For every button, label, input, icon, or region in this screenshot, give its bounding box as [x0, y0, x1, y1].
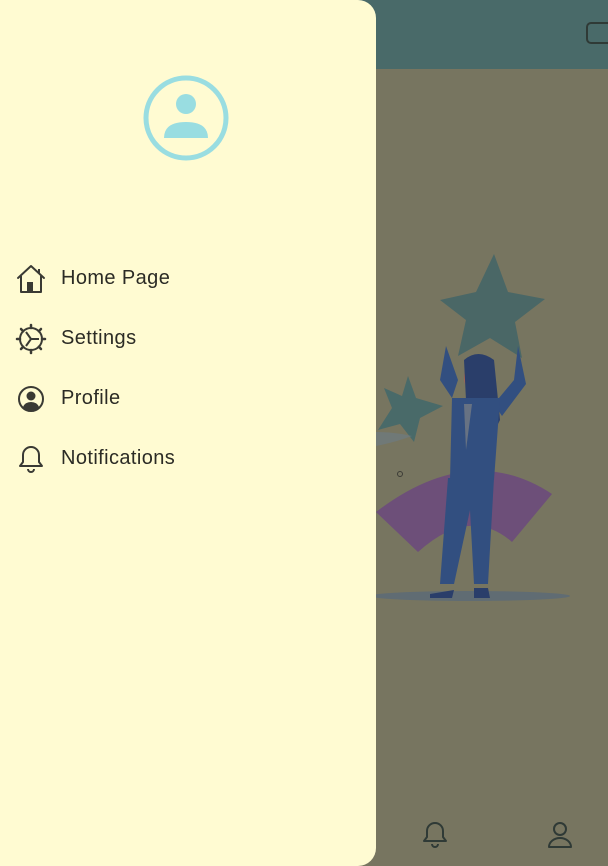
large-star — [440, 254, 545, 358]
drawer-item-profile[interactable]: Profile — [0, 368, 376, 428]
settings-gear-icon — [15, 323, 47, 355]
navigation-drawer: Home Page Settings Profile Notifications — [0, 0, 376, 866]
small-star — [378, 376, 443, 442]
person-figure — [430, 346, 526, 598]
drawer-avatar[interactable] — [142, 74, 230, 162]
drawer-menu: Home Page Settings Profile Notifications — [0, 248, 376, 488]
bell-icon — [15, 443, 47, 475]
drawer-item-settings[interactable]: Settings — [0, 308, 376, 368]
drawer-item-home-page[interactable]: Home Page — [0, 248, 376, 308]
drawer-item-label: Notifications — [61, 447, 176, 469]
drawer-item-notifications[interactable]: Notifications — [0, 428, 376, 488]
leaf-trace — [376, 432, 412, 446]
drawer-item-label: Profile — [61, 387, 121, 409]
bell-icon — [423, 822, 447, 848]
bottom-nav-notifications[interactable] — [418, 818, 452, 852]
account-circle-icon — [143, 75, 229, 161]
account-circle-outline-icon — [15, 383, 47, 415]
ground-shadow — [370, 591, 570, 601]
person-icon — [548, 822, 572, 848]
home-icon — [15, 263, 47, 295]
bottom-nav-profile[interactable] — [543, 818, 577, 852]
drawer-item-label: Settings — [61, 327, 137, 349]
drawer-item-label: Home Page — [61, 267, 171, 289]
